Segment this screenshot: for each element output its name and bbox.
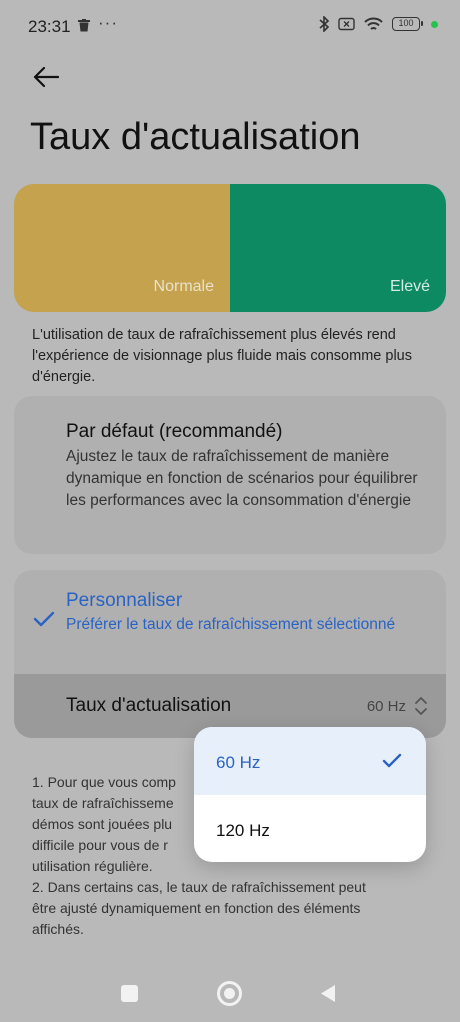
home-button[interactable] xyxy=(217,981,242,1006)
dropdown-option-label: 120 Hz xyxy=(216,821,270,840)
preview-high-label: Elevé xyxy=(389,278,430,295)
description-text: L'utilisation de taux de rafraîchissemen… xyxy=(32,327,412,385)
notes-line: être ajusté dynamiquement en fonction de… xyxy=(32,900,361,916)
option-default-subtitle: Ajustez le taux de rafraîchissement de m… xyxy=(66,448,418,509)
privacy-indicator-dot xyxy=(431,20,438,28)
page-title: Taux d'actualisation xyxy=(30,116,361,158)
refresh-rate-label: Taux d'actualisation xyxy=(66,695,232,716)
trash-icon xyxy=(78,19,90,32)
nav-back-button[interactable] xyxy=(320,984,336,1003)
option-custom-title: Personnaliser xyxy=(66,590,183,611)
battery-icon: 100 xyxy=(392,17,423,31)
dropdown-option-label: 60 Hz xyxy=(216,753,261,772)
wifi-icon xyxy=(364,17,383,30)
preview-high-panel: Elevé xyxy=(230,184,446,312)
preview-normal-panel: Normale xyxy=(14,184,230,312)
notes-line: affichés. xyxy=(32,921,84,937)
option-default[interactable]: Par défaut (recommandé) Ajustez le taux … xyxy=(14,396,446,554)
refresh-rate-preview: Normale Elevé xyxy=(14,184,446,312)
option-custom-subtitle: Préférer le taux de rafraîchissement sél… xyxy=(66,616,396,633)
chevron-up-down-icon xyxy=(415,697,427,715)
preview-normal-label: Normale xyxy=(153,278,214,295)
system-nav-bar xyxy=(0,960,460,1022)
refresh-rate-dropdown: 60 Hz 120 Hz xyxy=(194,727,426,862)
back-arrow-icon[interactable] xyxy=(30,62,62,92)
recents-button[interactable] xyxy=(121,985,138,1002)
option-custom[interactable]: Personnaliser Préférer le taux de rafraî… xyxy=(14,570,446,738)
refresh-rate-value: 60 Hz xyxy=(366,698,406,715)
status-time: 23:31 xyxy=(28,17,71,36)
bluetooth-icon xyxy=(319,16,329,32)
notes-line: 2. Dans certains cas, le taux de rafraîc… xyxy=(32,879,366,895)
option-default-title: Par défaut (recommandé) xyxy=(66,421,283,442)
dropdown-option-120hz[interactable]: 120 Hz xyxy=(194,795,426,862)
sim-off-icon xyxy=(338,17,355,31)
more-notifications-icon: ··· xyxy=(98,13,118,32)
status-icons: 100 xyxy=(319,16,438,32)
dropdown-option-60hz[interactable]: 60 Hz xyxy=(194,727,426,795)
checkmark-icon xyxy=(33,611,55,627)
status-bar: 23:31 ··· 100 xyxy=(0,0,460,56)
checkmark-icon xyxy=(382,753,402,768)
